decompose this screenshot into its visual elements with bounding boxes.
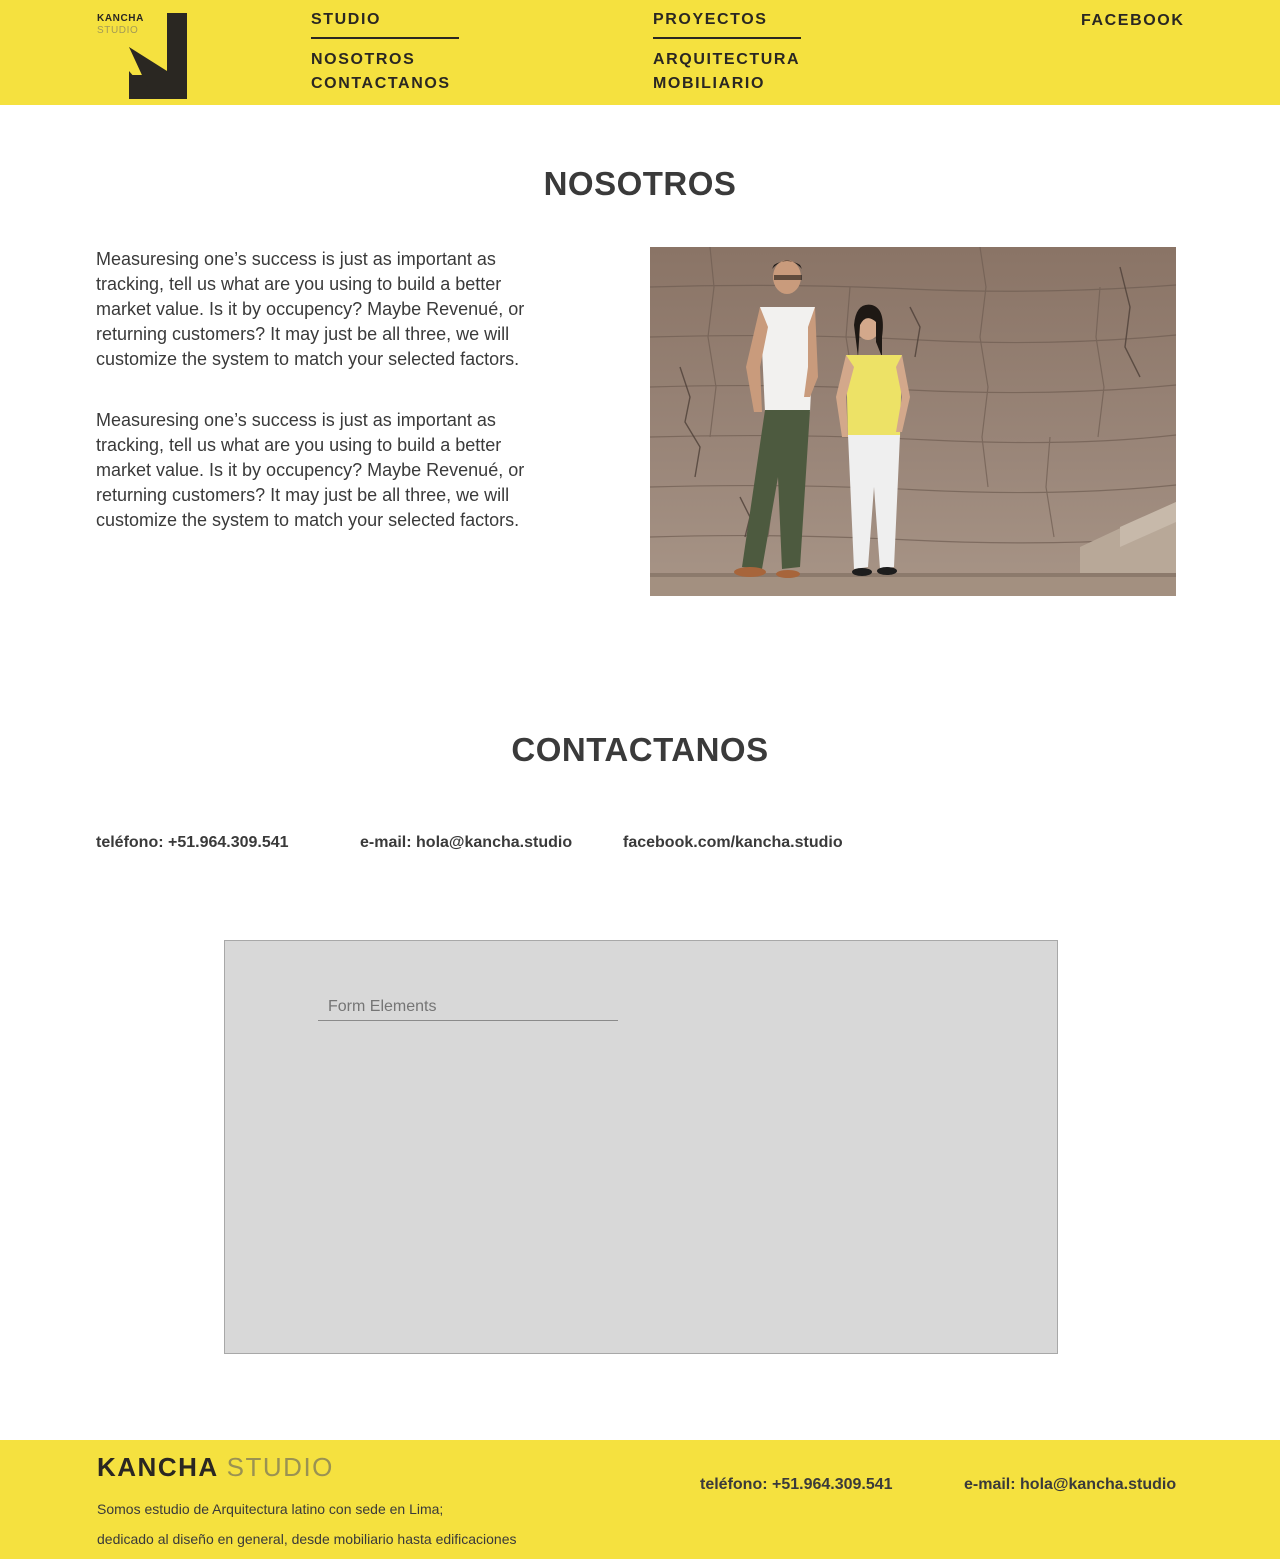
footer-description: Somos estudio de Arquitectura latino con…: [97, 1494, 517, 1554]
nav-link-mobiliario[interactable]: MOBILIARIO: [653, 72, 801, 96]
contact-email[interactable]: e-mail: hola@kancha.studio: [360, 834, 572, 852]
footer-description-line: Somos estudio de Arquitectura latino con…: [97, 1501, 444, 1517]
footer-phone[interactable]: teléfono: +51.964.309.541: [700, 1476, 893, 1494]
about-paragraph: Measuresing one’s success is just as imp…: [96, 249, 525, 369]
nav-link-facebook[interactable]: FACEBOOK: [1081, 11, 1184, 31]
nav-studio-heading[interactable]: STUDIO: [311, 10, 459, 39]
contact-phone[interactable]: teléfono: +51.964.309.541: [96, 834, 289, 852]
footer-description-line: dedicado al diseño en general, desde mob…: [97, 1531, 517, 1547]
nav-link-arquitectura[interactable]: ARQUITECTURA: [653, 48, 801, 72]
logo[interactable]: KANCHA STUDIO: [97, 13, 192, 99]
about-text: Measuresing one’s success is just as imp…: [96, 247, 536, 569]
nav-proyectos: PROYECTOS ARQUITECTURA MOBILIARIO: [653, 10, 801, 96]
nav-link-contactanos[interactable]: CONTACTANOS: [311, 72, 459, 96]
site-footer: KANCHA STUDIO Somos estudio de Arquitectu…: [0, 1440, 1280, 1559]
nav-proyectos-heading[interactable]: PROYECTOS: [653, 10, 801, 39]
team-photo-illustration: [650, 247, 1176, 596]
nav-studio: STUDIO NOSOTROS CONTACTANOS: [311, 10, 459, 96]
section-title-contactanos: CONTACTANOS: [511, 731, 769, 768]
section-title-nosotros: NOSOTROS: [543, 165, 737, 202]
team-photo: [650, 247, 1176, 596]
form-element-field[interactable]: [318, 994, 618, 1021]
contact-facebook-link[interactable]: facebook.com/kancha.studio: [623, 834, 843, 852]
about-paragraph: Measuresing one’s success is just as imp…: [96, 410, 525, 530]
site-header: KANCHA STUDIO STUDIO NOSOTROS CONTACTANO…: [0, 0, 1280, 105]
logo-k-mark-icon: [129, 13, 187, 99]
footer-email[interactable]: e-mail: hola@kancha.studio: [964, 1476, 1176, 1494]
contact-form-placeholder: [224, 940, 1058, 1354]
footer-brand-bold: KANCHA: [97, 1452, 219, 1482]
footer-brand-light: STUDIO: [226, 1452, 334, 1482]
nav-link-nosotros[interactable]: NOSOTROS: [311, 48, 459, 72]
footer-brand: KANCHA STUDIO: [97, 1451, 334, 1483]
